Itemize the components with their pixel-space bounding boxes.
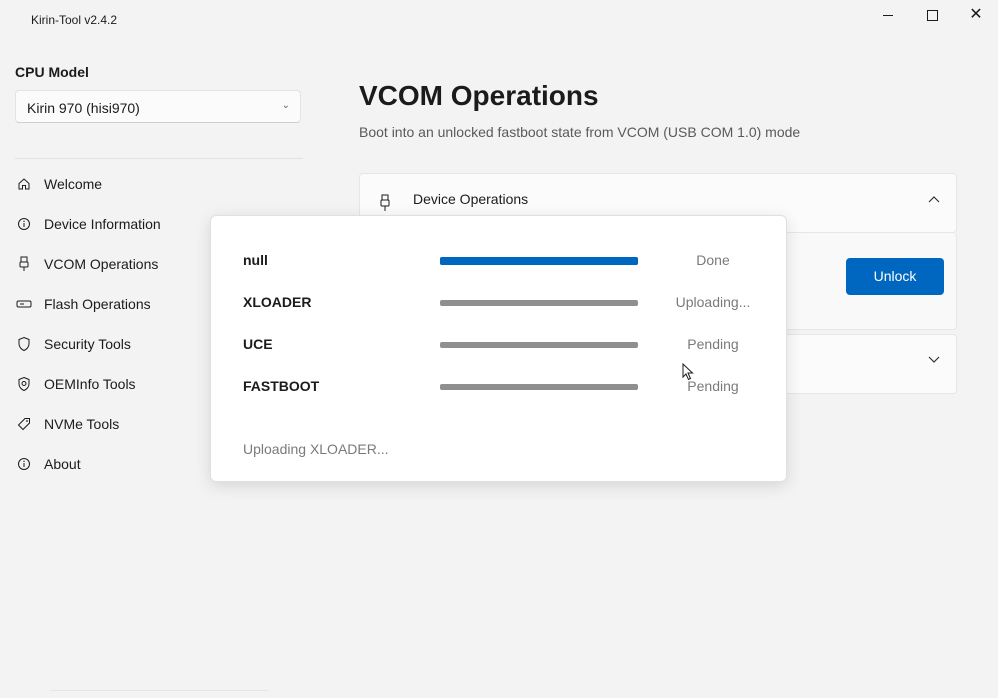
stage-name: XLOADER — [243, 294, 312, 310]
stage-name: null — [243, 252, 268, 268]
shield-icon — [16, 336, 32, 352]
page-title: VCOM Operations — [359, 80, 599, 111]
cpu-model-label: CPU Model — [15, 64, 89, 80]
stage-status: Done — [696, 252, 730, 268]
sidebar-item-label: About — [44, 456, 81, 472]
sidebar-item-label: VCOM Operations — [44, 256, 159, 272]
dialog-status-text: Uploading XLOADER... — [243, 441, 389, 457]
chevron-down-icon: ⌄ — [281, 100, 290, 111]
close-icon: ✕ — [969, 6, 983, 23]
progress-dialog: null Done XLOADER Uploading... UCE Pendi… — [210, 215, 787, 482]
stage-progress-bar — [440, 342, 638, 348]
app-title: Kirin-Tool v2.4.2 — [31, 13, 118, 27]
minimize-icon — [883, 14, 893, 16]
app-window: Kirin-Tool v2.4.2 ✕ CPU Model Kirin 970 … — [0, 0, 998, 698]
stage-row-fastboot: FASTBOOT Pending — [211, 374, 788, 400]
home-icon — [16, 176, 32, 192]
info-icon — [16, 216, 32, 232]
maximize-icon — [926, 9, 938, 21]
stage-progress-bar — [440, 384, 638, 390]
minimize-button[interactable] — [866, 0, 910, 30]
cpu-model-select[interactable]: Kirin 970 (hisi970) ⌄ — [15, 90, 301, 123]
sidebar-item-label: Security Tools — [44, 336, 131, 352]
stage-name: FASTBOOT — [243, 378, 320, 394]
page-subtitle: Boot into an unlocked fastboot state fro… — [359, 124, 801, 140]
stage-status: Pending — [687, 378, 739, 394]
stage-row-null: null Done — [211, 248, 788, 274]
stage-progress-fill — [440, 257, 638, 265]
sidebar-item-label: Device Information — [44, 216, 161, 232]
info-icon — [16, 456, 32, 472]
sidebar-divider — [15, 158, 303, 159]
usb-plug-icon — [378, 194, 392, 212]
stage-progress-bar — [440, 300, 638, 306]
title-bar: Kirin-Tool v2.4.2 ✕ — [0, 0, 998, 36]
mouse-cursor-icon — [682, 363, 694, 381]
stage-row-uce: UCE Pending — [211, 332, 788, 358]
sidebar-item-label: Welcome — [44, 176, 103, 192]
sidebar-item-welcome[interactable]: Welcome — [0, 164, 318, 204]
chevron-down-icon[interactable] — [928, 353, 940, 367]
stage-row-xloader: XLOADER Uploading... — [211, 290, 788, 316]
maximize-button[interactable] — [910, 0, 954, 30]
stage-progress-bar — [440, 257, 638, 265]
sidebar-item-label: Flash Operations — [44, 296, 151, 312]
sidebar-item-label: OEMInfo Tools — [44, 376, 136, 392]
cpu-model-value: Kirin 970 (hisi970) — [27, 100, 140, 116]
sidebar-bottom-divider — [50, 690, 268, 691]
device-operations-title: Device Operations — [413, 191, 529, 207]
sidebar-item-label: NVMe Tools — [44, 416, 120, 432]
chevron-up-icon[interactable] — [928, 192, 940, 206]
stage-name: UCE — [243, 336, 273, 352]
stage-status: Uploading... — [675, 294, 751, 310]
tag-icon — [16, 416, 32, 432]
unlock-button[interactable]: Unlock — [846, 258, 944, 295]
drive-icon — [16, 296, 32, 312]
usb-icon — [16, 256, 32, 272]
stage-status: Pending — [687, 336, 739, 352]
shield-gear-icon — [16, 376, 32, 392]
close-button[interactable]: ✕ — [954, 0, 998, 30]
